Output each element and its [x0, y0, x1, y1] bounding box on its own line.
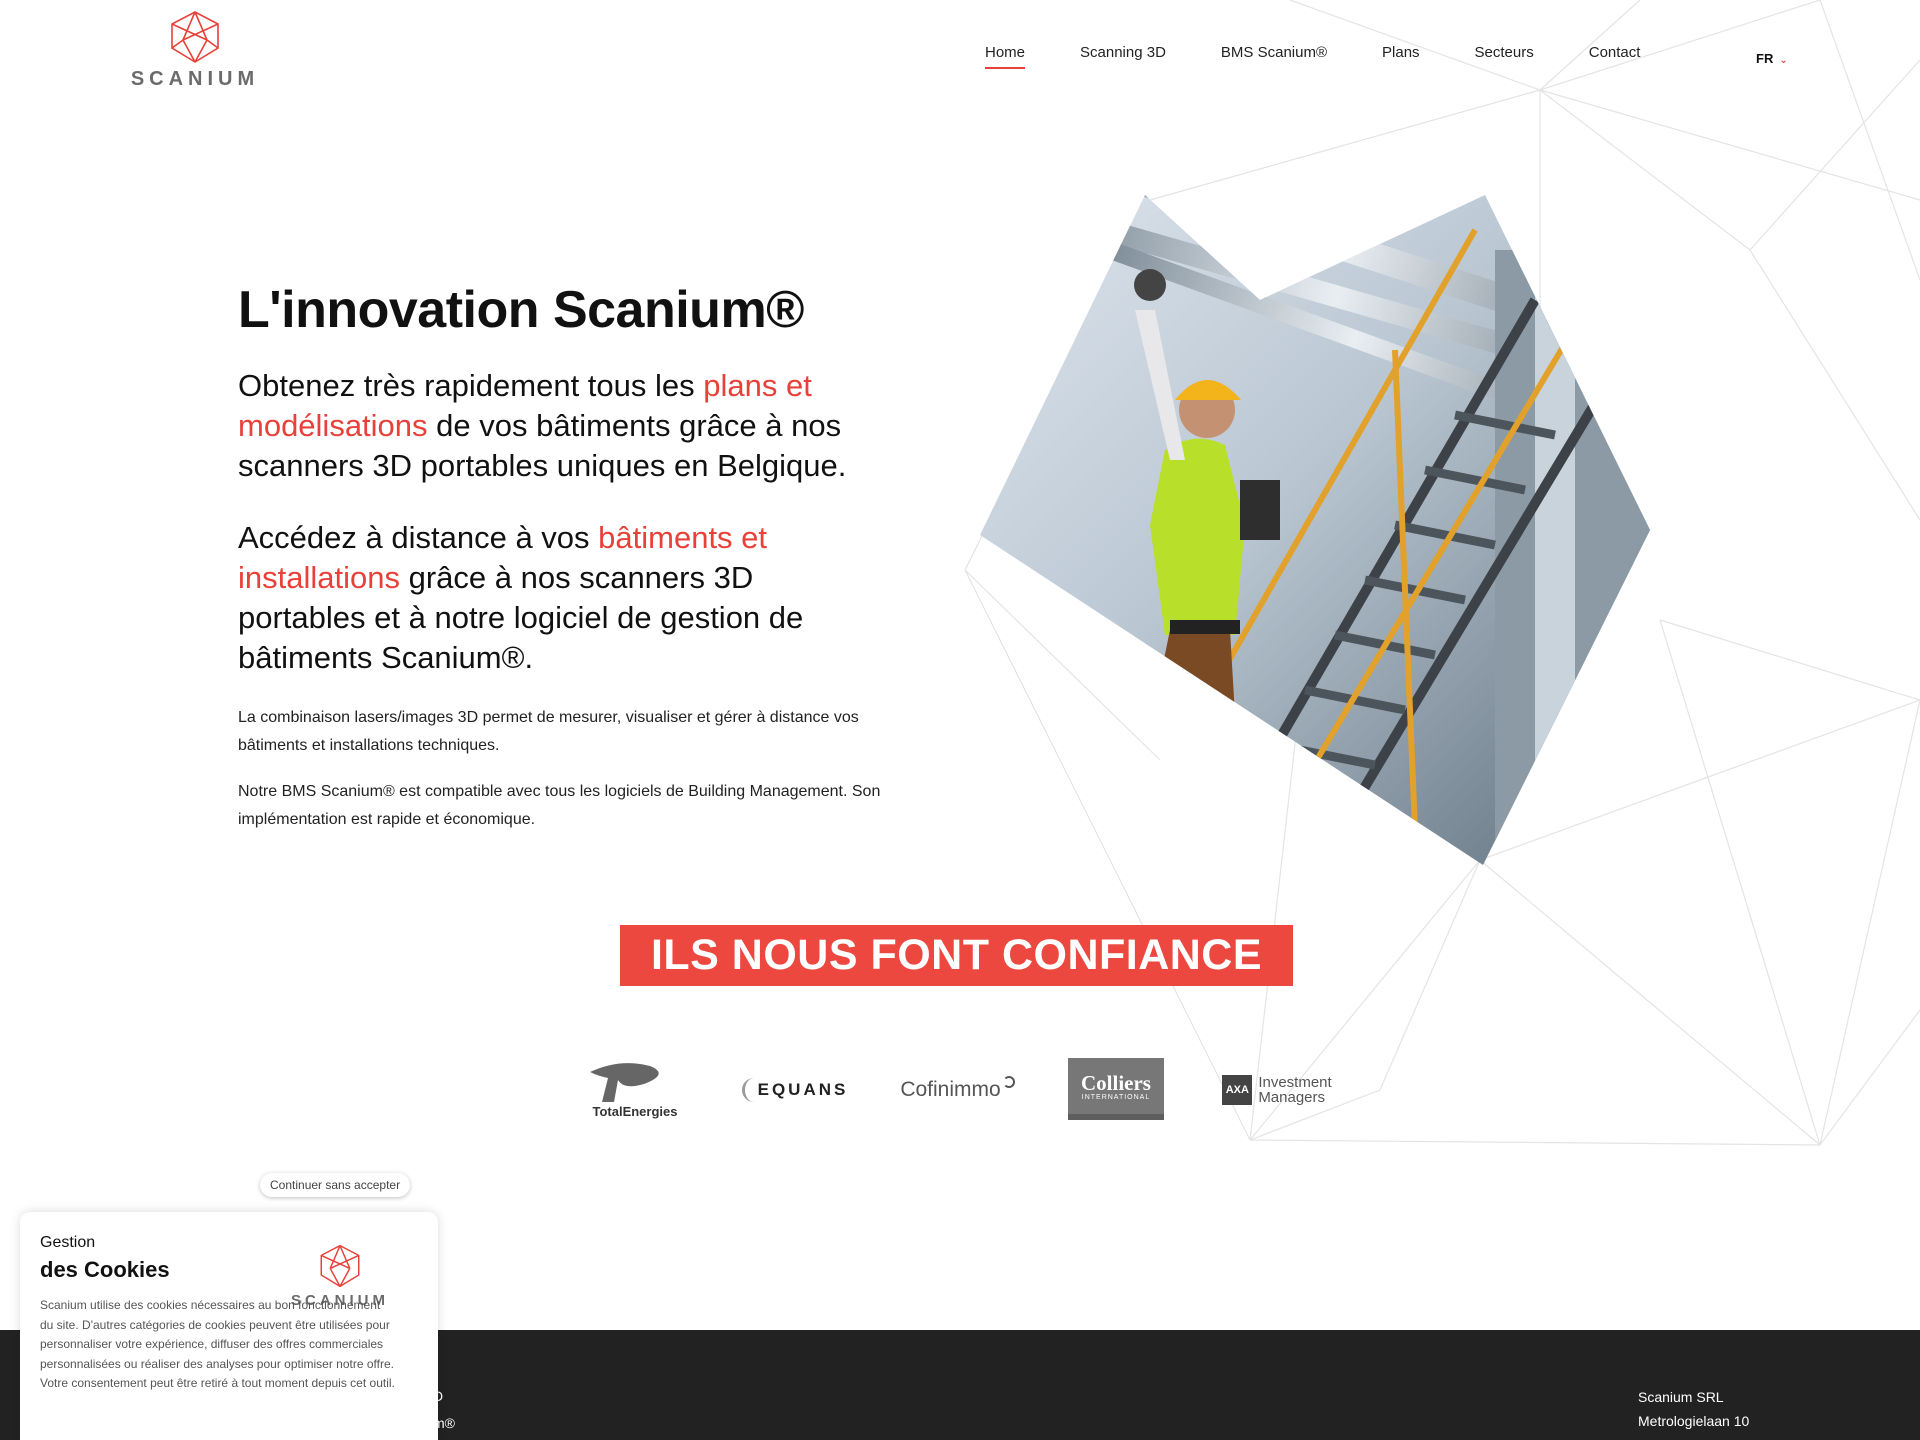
- cookie-description: Scanium utilise des cookies nécessaires …: [40, 1298, 395, 1390]
- cookie-heading: des Cookies: [40, 1257, 170, 1282]
- trust-banner: ILS NOUS FONT CONFIANCE: [620, 925, 1293, 986]
- totalenergies-logo-icon: [590, 1063, 659, 1102]
- cookie-panel: Gestion des Cookies SCANIUM Scanium util…: [20, 1212, 438, 1440]
- hero-title: L'innovation Scanium®: [238, 281, 805, 339]
- scanium-logo-icon: [171, 11, 219, 63]
- cofinimmo-moon-icon: [1002, 1075, 1015, 1088]
- nav-item-secteurs[interactable]: Secteurs: [1475, 44, 1534, 69]
- footer-address: Scanium SRL Metrologielaan 10: [1638, 1385, 1749, 1433]
- partner-equans[interactable]: EQUANS: [730, 1052, 860, 1127]
- equans-swoosh-icon: [741, 1077, 754, 1102]
- totalenergies-label: TotalEnergies: [592, 1104, 678, 1119]
- language-label: FR: [1756, 51, 1774, 66]
- cookie-heading-small: Gestion: [40, 1234, 96, 1251]
- nav-item-scanning-3d[interactable]: Scanning 3D: [1080, 44, 1166, 69]
- hero-paragraph-2: Notre BMS Scanium® est compatible avec t…: [238, 783, 881, 828]
- colliers-sub-label: INTERNATIONAL: [1081, 1093, 1151, 1101]
- continue-without-accepting-button[interactable]: Continuer sans accepter: [260, 1173, 411, 1197]
- cofinimmo-label: Cofinimmo: [900, 1077, 1001, 1101]
- partner-colliers[interactable]: Colliers INTERNATIONAL: [1068, 1058, 1164, 1120]
- main-nav: Home Scanning 3D BMS Scanium® Plans Sect…: [985, 44, 1695, 69]
- scanium-logo-icon: [320, 1244, 360, 1288]
- partner-totalenergies[interactable]: TotalEnergies: [580, 1052, 690, 1127]
- footer-street: Metrologielaan 10: [1638, 1413, 1750, 1429]
- hero-paragraph-1: La combinaison lasers/images 3D permet d…: [238, 709, 859, 754]
- chevron-down-icon: ⌄: [1779, 55, 1788, 66]
- hero-lead-1: Obtenez très rapidement tous les plans e…: [238, 366, 878, 486]
- language-selector[interactable]: FR ⌄: [1756, 51, 1788, 66]
- axa-line-2: Managers: [1258, 1088, 1326, 1106]
- nav-item-contact[interactable]: Contact: [1589, 44, 1641, 69]
- equans-label: EQUANS: [757, 1079, 849, 1099]
- hero-lead-2: Accédez à distance à vos bâtiments et in…: [238, 518, 878, 678]
- nav-item-bms-scanium[interactable]: BMS Scanium®: [1221, 44, 1327, 69]
- logo-wordmark: SCANIUM: [130, 68, 260, 90]
- footer-company: Scanium SRL: [1638, 1389, 1724, 1405]
- axa-label: Investment Managers: [1258, 1075, 1331, 1105]
- lead-1-pre: Obtenez très rapidement tous les: [238, 368, 704, 403]
- partner-cofinimmo[interactable]: Cofinimmo: [895, 1052, 1020, 1127]
- nav-item-plans[interactable]: Plans: [1382, 44, 1420, 69]
- scanium-logo[interactable]: SCANIUM: [130, 10, 260, 94]
- hero-image: [980, 195, 1650, 865]
- nav-item-home[interactable]: Home: [985, 44, 1026, 69]
- colliers-label: Colliers: [1081, 1070, 1151, 1095]
- axa-logo-icon: AXA: [1222, 1074, 1253, 1105]
- partner-logos: TotalEnergies EQUANS Cofinimmo Colliers …: [580, 1052, 1340, 1127]
- partner-axa-im[interactable]: AXA Investment Managers: [1212, 1052, 1342, 1127]
- lead-2-pre: Accédez à distance à vos: [238, 520, 599, 555]
